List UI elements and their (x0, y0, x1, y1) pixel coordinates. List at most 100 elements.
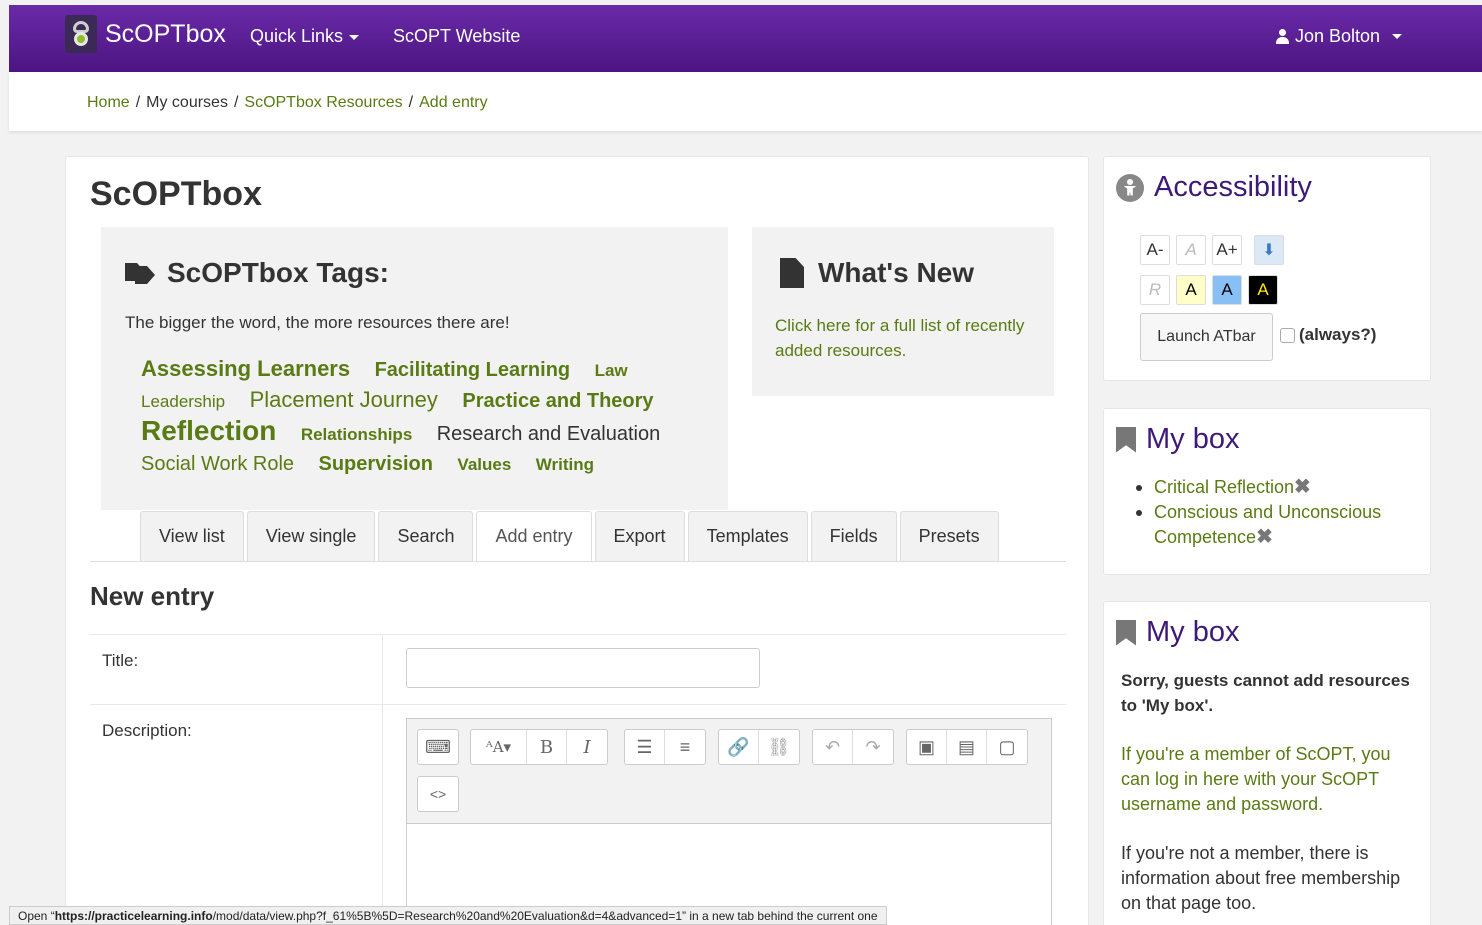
tab-view-single[interactable]: View single (246, 511, 376, 561)
breadcrumb-resources[interactable]: ScOPTbox Resources (244, 94, 402, 112)
unlink-icon[interactable]: ⛓ (759, 730, 799, 764)
user-icon (1275, 29, 1289, 44)
chevron-down-icon (1392, 34, 1402, 39)
toolbar-group-format: ᴬA▾ B I (470, 729, 608, 765)
user-menu[interactable]: Jon Bolton (1275, 26, 1402, 47)
always-label: (always?) (1299, 325, 1377, 344)
italic-icon[interactable]: I (567, 730, 607, 764)
brand-name: ScOPTbox (105, 19, 226, 48)
navbar: ScOPTbox Quick Links ScOPT Website Jon B… (9, 5, 1482, 72)
breadcrumb-bar: Home / My courses / ScOPTbox Resources /… (9, 72, 1482, 131)
tag-link[interactable]: Supervision (318, 450, 432, 478)
tag-link[interactable]: Practice and Theory (462, 387, 653, 415)
tab-templates[interactable]: Templates (687, 511, 808, 561)
tag-link[interactable]: Reflection (141, 417, 276, 445)
whats-new-box: What's New Click here for a full list of… (752, 227, 1054, 396)
toolbar-group-links: 🔗 ⛓ (718, 729, 800, 765)
tab-export[interactable]: Export (594, 511, 685, 561)
tab-presets[interactable]: Presets (899, 511, 999, 561)
chevron-down-icon (349, 34, 360, 40)
quick-links-menu[interactable]: Quick Links (250, 26, 360, 47)
new-entry-heading: New entry (90, 581, 215, 611)
brand[interactable]: ScOPTbox (65, 15, 226, 53)
tag-link[interactable]: Social Work Role (141, 450, 294, 478)
numbered-list-icon[interactable]: ≡ (665, 730, 705, 764)
image-icon[interactable]: ▣ (907, 730, 947, 764)
mybox-heading-text: My box (1146, 616, 1240, 648)
title-input[interactable] (406, 648, 760, 688)
description-row: Description: ⌨ ᴬA▾ B I ☰ ≡ 🔗 ⛓ ↶ ↷ ▣ ▤ ▢… (90, 705, 1066, 925)
media-icon[interactable]: ▤ (947, 730, 987, 764)
mybox-guest-block: My box Sorry, guests cannot add resource… (1103, 601, 1431, 925)
page-title: ScOPTbox (90, 175, 262, 213)
tag-link[interactable]: Research and Evaluation (437, 420, 660, 448)
increase-font-button[interactable]: A+ (1212, 235, 1242, 265)
reset-font-button[interactable]: A (1176, 235, 1206, 265)
bookmark-icon (1116, 426, 1136, 453)
tag-link[interactable]: Placement Journey (250, 386, 438, 414)
tag-cloud: Assessing Learners Facilitating Learning… (141, 355, 701, 480)
status-bar: Open “https://practicelearning.info/mod/… (9, 906, 887, 925)
tag-link[interactable]: Leadership (141, 388, 225, 416)
status-url-path: /mod/data/view.php?f_61%5B%5D=Research%2… (212, 909, 683, 923)
tabs: View list View single Search Add entry E… (140, 511, 999, 561)
keyboard-icon[interactable]: ⌨ (418, 730, 458, 764)
breadcrumb-separator: / (135, 94, 141, 111)
bullet-list-icon[interactable]: ☰ (625, 730, 665, 764)
tag-link[interactable]: Relationships (301, 421, 412, 449)
accessibility-heading-text: Accessibility (1154, 171, 1312, 203)
bookmark-icon (1116, 619, 1136, 646)
file-icon (780, 258, 804, 288)
remove-icon[interactable]: ✖ (1294, 476, 1311, 498)
html-code-icon[interactable]: <> (418, 777, 458, 811)
link-icon[interactable]: 🔗 (719, 730, 759, 764)
paste-icon[interactable]: ▢ (987, 730, 1027, 764)
tags-heading-text: ScOPTbox Tags: (167, 257, 389, 288)
membership-info: If you're not a member, there is informa… (1121, 843, 1401, 913)
whats-new-heading-text: What's New (818, 257, 975, 288)
bold-icon[interactable]: B (527, 730, 567, 764)
status-suffix: ” in a new tab behind the current one (682, 909, 878, 923)
breadcrumb-add-entry[interactable]: Add entry (419, 94, 487, 112)
tab-divider (90, 561, 1066, 562)
toolbar-group-history: ↶ ↷ (812, 729, 894, 765)
tab-search[interactable]: Search (378, 511, 474, 561)
tab-view-list[interactable]: View list (140, 511, 244, 561)
remove-icon[interactable]: ✖ (1256, 526, 1273, 548)
tag-link[interactable]: Assessing Learners (141, 355, 350, 383)
tag-link[interactable]: Law (595, 357, 628, 385)
reset-colour-button[interactable]: R (1140, 275, 1170, 305)
status-prefix: Open “ (18, 909, 55, 923)
font-style-icon[interactable]: ᴬA▾ (471, 730, 527, 764)
tab-add-entry[interactable]: Add entry (476, 511, 592, 561)
yellow-theme-button[interactable]: A (1176, 275, 1206, 305)
toolbar-group-lists: ☰ ≡ (624, 729, 706, 765)
tag-link[interactable]: Writing (536, 451, 594, 479)
undo-icon[interactable]: ↶ (813, 730, 853, 764)
mybox-item-link[interactable]: Critical Reflection (1154, 477, 1294, 497)
tags-box: ScOPTbox Tags: The bigger the word, the … (101, 227, 728, 510)
save-settings-icon[interactable]: ⬇ (1254, 235, 1284, 265)
always-option: (always?) (1280, 325, 1376, 345)
redo-icon[interactable]: ↷ (853, 730, 893, 764)
list-item: Conscious and Unconscious Competence✖ (1136, 500, 1414, 550)
accessibility-block: Accessibility A- A A+ ⬇ R A A A Launch A… (1103, 156, 1431, 381)
tab-fields[interactable]: Fields (810, 511, 897, 561)
breadcrumb-my-courses[interactable]: My courses (146, 94, 228, 112)
scopt-website-link[interactable]: ScOPT Website (393, 26, 520, 47)
tag-link[interactable]: Facilitating Learning (375, 356, 571, 384)
tag-link[interactable]: Values (457, 451, 511, 479)
blue-theme-button[interactable]: A (1212, 275, 1242, 305)
recent-resources-link[interactable]: Click here for a full list of recently a… (775, 313, 1025, 363)
launch-atbar-button[interactable]: Launch ATbar (1140, 313, 1273, 361)
entry-form: Title: Description: ⌨ ᴬA▾ B I ☰ ≡ 🔗 ⛓ ↶ … (90, 634, 1066, 925)
mybox-heading: My box (1116, 616, 1239, 649)
member-login-link[interactable]: If you're a member of ScOPT, you can log… (1121, 742, 1411, 817)
title-label: Title: (90, 635, 383, 704)
black-theme-button[interactable]: A (1248, 275, 1278, 305)
breadcrumb-home[interactable]: Home (87, 94, 130, 112)
description-editor: ⌨ ᴬA▾ B I ☰ ≡ 🔗 ⛓ ↶ ↷ ▣ ▤ ▢ <> (406, 718, 1052, 925)
decrease-font-button[interactable]: A- (1140, 235, 1170, 265)
always-checkbox[interactable] (1280, 327, 1295, 343)
mybox-list: Critical Reflection✖ Conscious and Uncon… (1136, 475, 1414, 550)
